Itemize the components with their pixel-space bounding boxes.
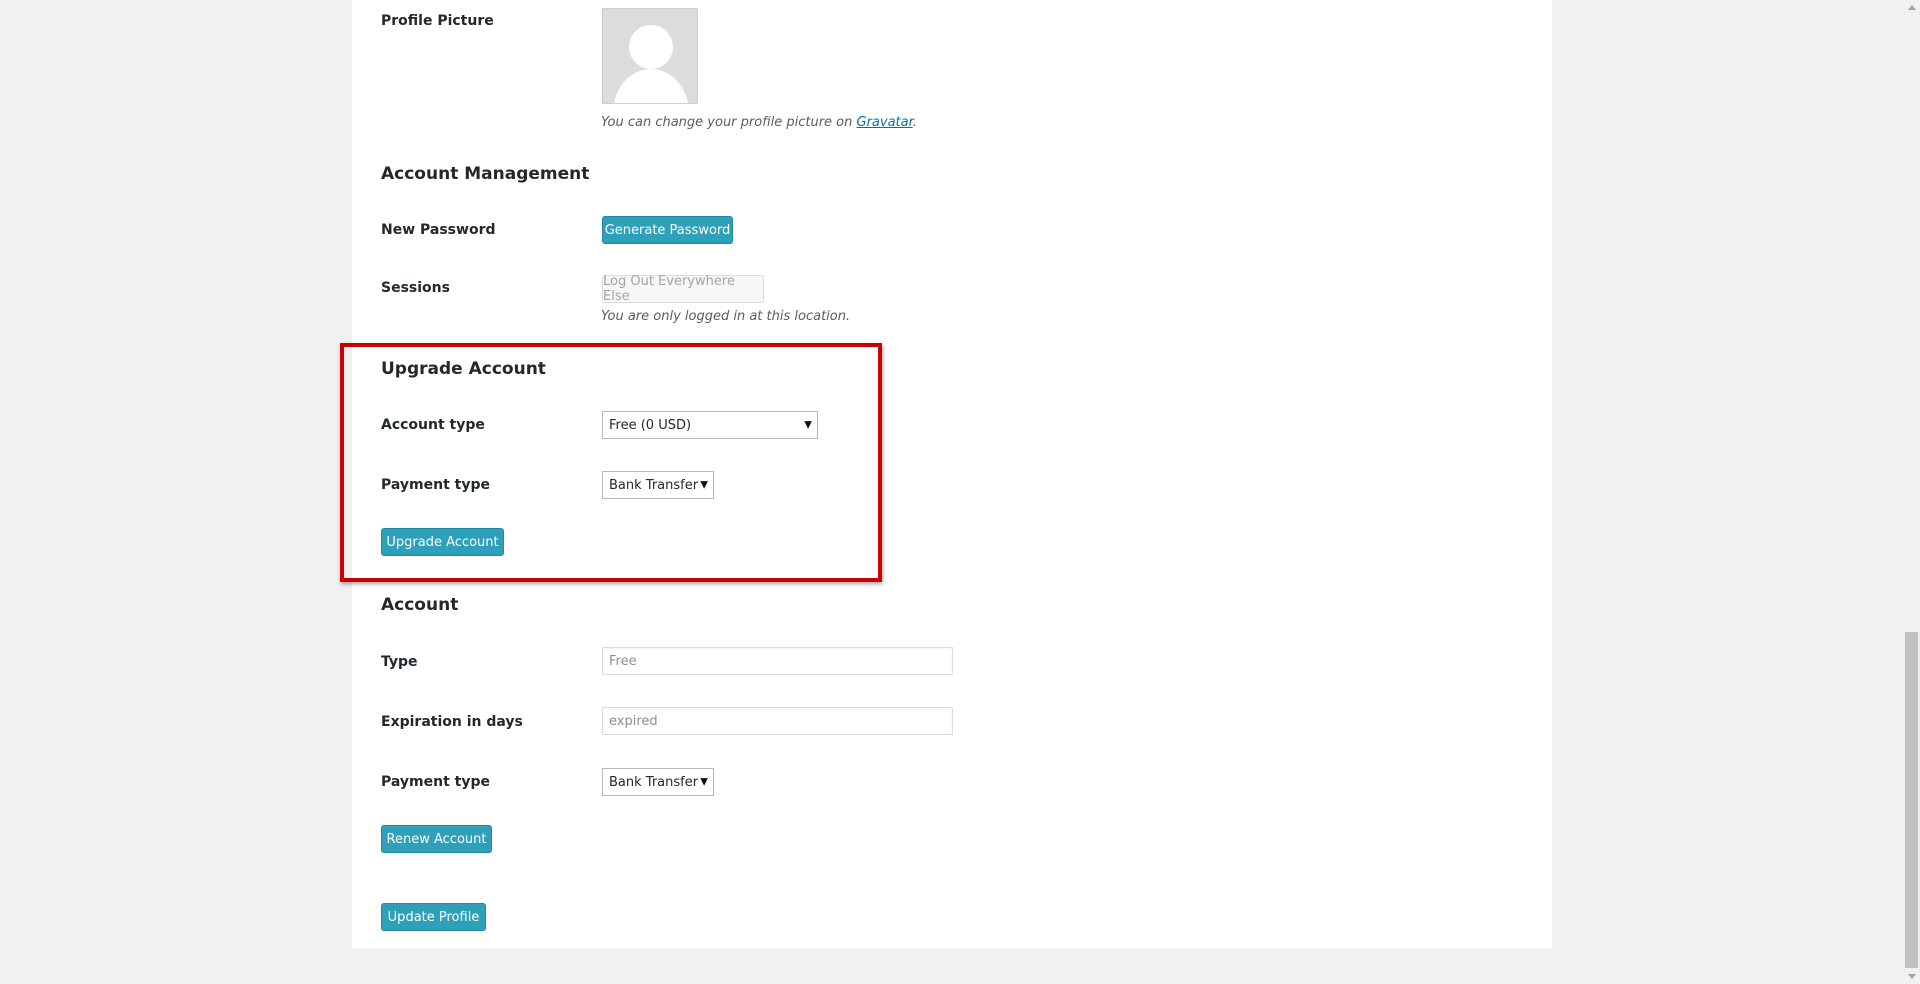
account-payment-type-label: Payment type [381,774,490,790]
account-management-title: Account Management [381,164,590,184]
upgrade-payment-type-select[interactable]: Bank Transfer ▼ [602,471,714,499]
profile-picture-description: You can change your profile picture on G… [601,115,917,130]
vertical-scrollbar[interactable] [1903,0,1920,984]
avatar [602,8,698,104]
generate-password-button[interactable]: Generate Password [602,216,733,244]
profile-picture-label: Profile Picture [381,13,494,29]
dropdown-arrow-icon: ▼ [700,776,708,788]
account-section-title: Account [381,595,459,615]
profile-picture-description-text: You can change your profile picture on [601,115,857,130]
dropdown-arrow-icon: ▼ [804,419,812,431]
renew-account-button[interactable]: Renew Account [381,825,492,853]
account-payment-type-select[interactable]: Bank Transfer ▼ [602,768,714,796]
new-password-label: New Password [381,222,496,238]
upgrade-payment-type-selected-value: Bank Transfer [609,477,699,493]
account-type-select[interactable]: Free (0 USD) ▼ [602,411,818,439]
upgrade-account-button[interactable]: Upgrade Account [381,528,504,556]
account-type-field[interactable]: Free [602,647,953,675]
gravatar-link[interactable]: Gravatar [857,115,913,130]
sessions-label: Sessions [381,280,450,296]
upgrade-payment-type-label: Payment type [381,477,490,493]
expiration-label: Expiration in days [381,714,523,730]
sessions-note: You are only logged in at this location. [601,309,851,324]
account-type-info-label: Type [381,654,418,670]
account-payment-type-selected-value: Bank Transfer [609,774,699,790]
upgrade-account-title: Upgrade Account [381,359,546,379]
profile-picture-description-suffix: . [912,115,917,130]
expiration-field[interactable]: expired [602,707,953,735]
default-user-avatar-icon [603,9,697,103]
account-type-selected-value: Free (0 USD) [609,417,692,433]
log-out-everywhere-button[interactable]: Log Out Everywhere Else [602,274,764,304]
scroll-up-arrow-icon[interactable] [1908,5,1916,10]
account-type-label: Account type [381,417,485,433]
scrollbar-thumb[interactable] [1905,632,1918,968]
update-profile-button[interactable]: Update Profile [381,903,486,931]
scroll-down-arrow-icon[interactable] [1908,974,1916,979]
dropdown-arrow-icon: ▼ [700,479,708,491]
